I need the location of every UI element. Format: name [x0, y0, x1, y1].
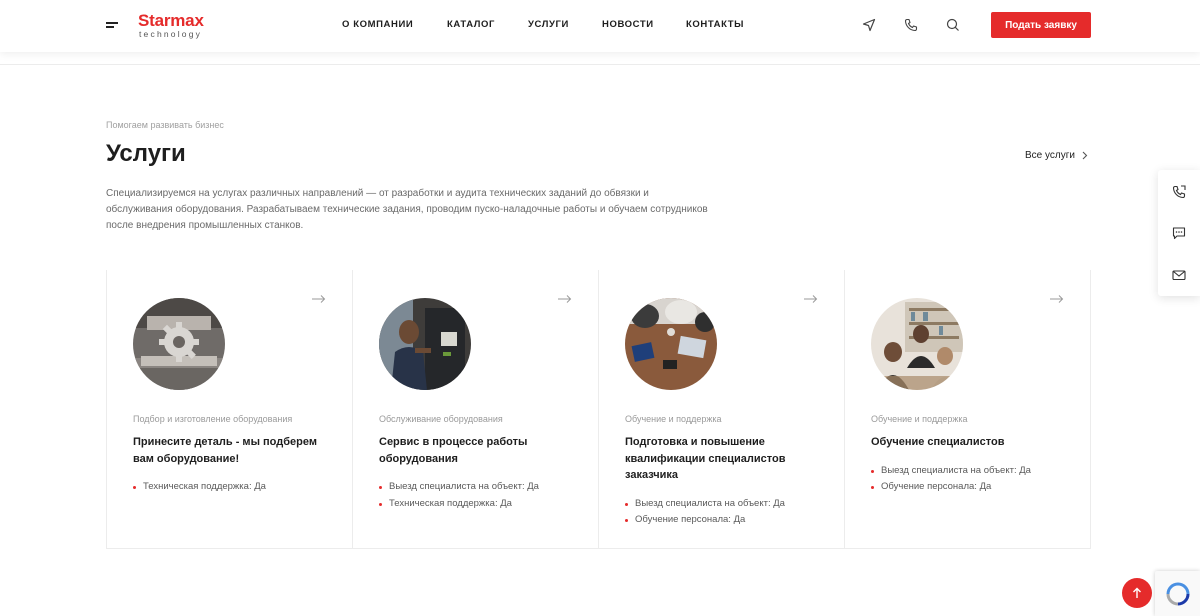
logo[interactable]: Starmax technology — [138, 12, 218, 40]
service-features: Выезд специалиста на объект: Да Обучение… — [625, 496, 830, 529]
service-title: Сервис в процессе работы оборудования — [379, 436, 528, 465]
service-card[interactable]: Подбор и изготовление оборудования Прине… — [107, 270, 353, 549]
section-intro: Специализируемся на услугах различных на… — [106, 188, 708, 231]
recaptcha-badge[interactable] — [1155, 571, 1200, 616]
service-title: Подготовка и повышение квалификации спец… — [625, 436, 786, 481]
service-card[interactable]: Обучение и поддержка Подготовка и повыше… — [599, 270, 845, 549]
nav-item-about[interactable]: О КОМПАНИИ — [342, 19, 413, 30]
service-card[interactable]: Обучение и поддержка Обучение специалист… — [845, 270, 1091, 549]
arrow-up-icon — [1133, 587, 1141, 598]
location-icon[interactable] — [861, 17, 877, 33]
nav-item-catalog[interactable]: КАТАЛОГ — [447, 19, 495, 30]
service-category: Подбор и изготовление оборудования — [133, 414, 293, 424]
site-header: Starmax technology О КОМПАНИИ КАТАЛОГ УС… — [0, 0, 1200, 52]
services-list: Подбор и изготовление оборудования Прине… — [106, 270, 1091, 549]
scroll-to-top-button[interactable] — [1122, 578, 1152, 608]
logo-main-text: Starmax — [138, 11, 204, 30]
list-item: Обучение персонала: Да — [871, 479, 1076, 496]
arrow-right-icon — [312, 295, 326, 303]
nav-item-contacts[interactable]: КОНТАКТЫ — [686, 19, 744, 30]
service-title: Обучение специалистов — [871, 436, 1005, 448]
chat-icon[interactable] — [1171, 225, 1187, 241]
floating-contact-panel — [1158, 170, 1200, 296]
service-image-technician — [379, 298, 471, 390]
list-item: Выезд специалиста на объект: Да — [871, 463, 1076, 480]
arrow-right-icon — [1050, 295, 1064, 303]
nav-item-news[interactable]: НОВОСТИ — [602, 19, 654, 30]
nav-item-services[interactable]: УСЛУГИ — [528, 19, 569, 30]
service-category: Обучение и поддержка — [871, 414, 968, 424]
divider — [0, 64, 1200, 65]
service-features: Техническая поддержка: Да — [133, 479, 338, 496]
service-features: Выезд специалиста на объект: Да Техничес… — [379, 479, 584, 512]
menu-icon[interactable] — [106, 22, 118, 30]
recaptcha-icon — [1166, 582, 1189, 605]
service-image-training — [871, 298, 963, 390]
mail-icon[interactable] — [1171, 267, 1187, 283]
list-item: Обучение персонала: Да — [625, 512, 830, 529]
service-features: Выезд специалиста на объект: Да Обучение… — [871, 463, 1076, 496]
list-item: Выезд специалиста на объект: Да — [379, 479, 584, 496]
service-image-gear — [133, 298, 225, 390]
search-icon[interactable] — [945, 17, 961, 33]
phone-icon[interactable] — [903, 17, 919, 33]
page-title: Услуги — [106, 140, 186, 167]
list-item: Техническая поддержка: Да — [133, 479, 338, 496]
list-item: Выезд специалиста на объект: Да — [625, 496, 830, 513]
chevron-right-icon — [1082, 151, 1088, 160]
service-title: Принесите деталь - мы подберем вам обору… — [133, 436, 317, 465]
section-eyebrow: Помогаем развивать бизнес — [106, 120, 224, 130]
all-services-label: Все услуги — [1025, 150, 1075, 161]
service-card[interactable]: Обслуживание оборудования Сервис в проце… — [353, 270, 599, 549]
logo-sub-text: technology — [139, 29, 203, 39]
service-category: Обучение и поддержка — [625, 414, 722, 424]
service-category: Обслуживание оборудования — [379, 414, 503, 424]
all-services-link[interactable]: Все услуги — [1025, 150, 1088, 161]
service-image-meeting — [625, 298, 717, 390]
submit-request-button[interactable]: Подать заявку — [991, 12, 1091, 38]
arrow-right-icon — [558, 295, 572, 303]
arrow-right-icon — [804, 295, 818, 303]
list-item: Техническая поддержка: Да — [379, 496, 584, 513]
callback-icon[interactable] — [1171, 184, 1187, 200]
